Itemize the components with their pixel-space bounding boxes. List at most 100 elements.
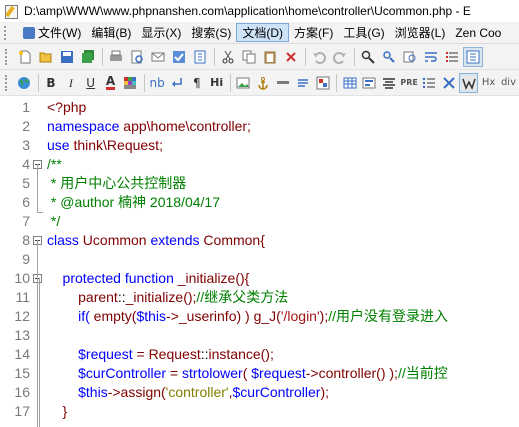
word-wrap-button[interactable] (421, 47, 441, 67)
code-line[interactable]: 9 (0, 250, 519, 269)
menu-view[interactable]: 显示(X) (136, 23, 186, 42)
code-line[interactable]: 12 if( empty($this->_userinfo) ) g_J('/l… (0, 307, 519, 326)
horizontal-rule-button[interactable] (274, 73, 293, 93)
color-grid-button[interactable] (121, 73, 140, 93)
code-line[interactable]: 11 parent::_initialize();//继承父类方法 (0, 288, 519, 307)
code-editor[interactable]: 1 <?php 2 namespace app\home\controller; 3 us… (0, 96, 519, 427)
paragraph-button[interactable]: ¶ (187, 73, 206, 93)
align-center-button[interactable] (380, 73, 399, 93)
code-line[interactable]: 5 * 用户中心公共控制器 (0, 174, 519, 193)
save-button[interactable] (57, 47, 77, 67)
italic-button[interactable]: I (61, 73, 80, 93)
line-number: 14 (14, 346, 30, 362)
wysiwyg-button[interactable] (459, 72, 479, 93)
clear-format-button[interactable] (439, 73, 458, 93)
line-number: 2 (22, 118, 30, 134)
code-line[interactable]: 7 */ (0, 212, 519, 231)
table-button[interactable] (340, 73, 359, 93)
pre-button[interactable]: PRE (400, 73, 419, 93)
menu-edit[interactable]: 编辑(B) (86, 23, 136, 42)
fold-guide (37, 240, 38, 427)
code-token: = Request (132, 346, 201, 362)
menu-zen-coding[interactable]: Zen Coo (450, 23, 506, 42)
menu-file[interactable]: 文件(W) (18, 23, 86, 42)
code-text: /** (47, 155, 62, 174)
code-line[interactable]: 1 <?php (0, 98, 519, 117)
menu-tools[interactable]: 工具(G) (338, 23, 389, 42)
scissors-icon (222, 50, 234, 63)
code-line[interactable]: 13 (0, 326, 519, 345)
browser-preview-button[interactable] (15, 73, 34, 93)
line-number: 10 (14, 270, 30, 286)
code-line[interactable]: 8 class Ucommon extends Common{ (0, 231, 519, 250)
cut-button[interactable] (218, 47, 238, 67)
form-button[interactable] (360, 73, 379, 93)
code-line[interactable]: 15 $curController = strtolower( $request… (0, 364, 519, 383)
div-button[interactable]: div (499, 73, 518, 93)
menu-grip[interactable] (4, 25, 14, 40)
menu-browser[interactable]: 浏览器(L) (390, 23, 451, 42)
paste-button[interactable] (260, 47, 280, 67)
code-line[interactable]: 16 $this->assign('controller',$curContro… (0, 383, 519, 402)
toggle-view-button[interactable] (463, 46, 483, 67)
find-button[interactable] (358, 47, 378, 67)
open-file-button[interactable] (36, 47, 56, 67)
code-token: * 用户中心公共控制器 (47, 175, 187, 191)
delete-button[interactable] (281, 47, 301, 67)
redo-button[interactable] (330, 47, 350, 67)
menu-search[interactable]: 搜索(S) (186, 23, 236, 42)
code-line[interactable]: 4 /** (0, 155, 519, 174)
code-line[interactable]: 3 use think\Request; (0, 136, 519, 155)
code-token: ); (319, 308, 329, 324)
image-button[interactable] (234, 73, 253, 93)
code-text: protected function _initialize(){ (47, 269, 250, 288)
list-button[interactable] (442, 47, 462, 67)
code-token: //继承父类方法 (196, 289, 289, 305)
anchor-button[interactable] (254, 73, 273, 93)
code-line[interactable]: 17 } (0, 402, 519, 421)
list-items-button[interactable] (420, 73, 439, 93)
code-text: if( empty($this->_userinfo) ) g_J('/logi… (47, 307, 448, 326)
bookmark-button[interactable] (190, 47, 210, 67)
nbsp-button[interactable]: nb (148, 73, 167, 93)
comment-icon (297, 78, 308, 87)
copy-button[interactable] (239, 47, 259, 67)
spellcheck-button[interactable] (169, 47, 189, 67)
bold-button[interactable]: B (42, 73, 61, 93)
mail-button[interactable] (148, 47, 168, 67)
code-text: parent::_initialize();//继承父类方法 (47, 288, 288, 307)
find-in-files-icon (403, 51, 416, 62)
code-token: extends (150, 232, 204, 248)
save-all-button[interactable] (78, 47, 98, 67)
undo-button[interactable] (309, 47, 329, 67)
comment-button[interactable] (294, 73, 313, 93)
line-number: 17 (14, 403, 30, 419)
print-preview-button[interactable] (127, 47, 147, 67)
menu-document[interactable]: 文档(D) (236, 23, 289, 42)
code-line[interactable]: 10 protected function _initialize(){ (0, 269, 519, 288)
toolbar-grip[interactable] (5, 48, 11, 65)
spellcheck-icon (173, 50, 185, 63)
print-button[interactable] (106, 47, 126, 67)
new-file-button[interactable] (15, 47, 35, 67)
menu-document-label: 文档(D) (242, 26, 283, 40)
color-picker-button[interactable] (313, 73, 332, 93)
hx-button[interactable]: Hx (479, 73, 498, 93)
replace-button[interactable] (379, 47, 399, 67)
new-file-icon (19, 50, 31, 63)
toolbar-grip[interactable] (5, 74, 11, 91)
find-in-files-button[interactable] (400, 47, 420, 67)
menu-scheme[interactable]: 方案(F) (289, 23, 338, 42)
heading-button[interactable]: Hi (207, 73, 226, 93)
code-token: $curController (47, 365, 167, 381)
code-line[interactable]: 6 * @author 楠神 2018/04/17 (0, 193, 519, 212)
code-token: */ (47, 213, 61, 229)
code-token: '/login' (280, 308, 320, 324)
pre-label: PRE (400, 77, 418, 87)
code-token: instance(); (208, 346, 274, 362)
font-color-button[interactable]: A (101, 73, 120, 93)
code-line[interactable]: 2 namespace app\home\controller; (0, 117, 519, 136)
code-line[interactable]: 14 $request = Request::instance(); (0, 345, 519, 364)
line-break-button[interactable] (168, 73, 187, 93)
underline-button[interactable]: U (81, 73, 100, 93)
